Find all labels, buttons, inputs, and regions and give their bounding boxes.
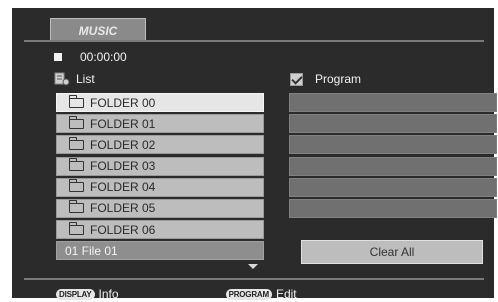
program-slot[interactable]: [289, 135, 497, 155]
tab-music[interactable]: MUSIC: [50, 18, 146, 42]
list-item-label: FOLDER 05: [90, 201, 156, 216]
time-display: 00:00:00: [80, 50, 127, 64]
list-item-folder[interactable]: FOLDER 06: [56, 220, 264, 240]
list-item-folder[interactable]: FOLDER 04: [56, 177, 264, 197]
stop-icon: [54, 53, 62, 61]
list-item-label: FOLDER 03: [90, 159, 156, 174]
display-key-badge: DISPLAY: [56, 288, 95, 300]
program-list: [289, 93, 497, 220]
program-title: Program: [315, 72, 362, 86]
program-hint: PROGRAM Edit: [225, 287, 297, 301]
list-item-folder[interactable]: FOLDER 03: [56, 156, 264, 176]
program-slot[interactable]: [289, 114, 497, 134]
folder-icon: [69, 115, 84, 129]
program-header: Program: [290, 70, 361, 88]
list-item-label: FOLDER 02: [90, 137, 156, 152]
program-slot[interactable]: [289, 198, 497, 218]
file-list: FOLDER 00 FOLDER 01 FOLDER 02 FOLDER 03 …: [56, 93, 264, 263]
dvd-menu-screen: MUSIC 00:00:00 List Program FOLDER 00 FO…: [12, 8, 497, 301]
folder-icon: [69, 221, 84, 235]
program-slot[interactable]: [289, 93, 497, 112]
list-item-folder[interactable]: FOLDER 01: [56, 114, 264, 134]
playback-status: 00:00:00: [54, 49, 127, 65]
list-item-label: FOLDER 06: [90, 222, 156, 237]
display-hint-label: Info: [98, 287, 119, 301]
program-slot[interactable]: [289, 156, 497, 176]
program-hint-label: Edit: [275, 287, 297, 301]
folder-icon: [69, 179, 84, 193]
clear-all-button[interactable]: Clear All: [301, 240, 483, 264]
list-item-folder[interactable]: FOLDER 00: [56, 93, 264, 112]
checkbox-checked-icon[interactable]: [290, 72, 303, 86]
program-key-badge: PROGRAM: [225, 288, 272, 300]
top-divider: [24, 40, 484, 42]
program-slot[interactable]: [289, 177, 497, 197]
folder-icon: [69, 136, 84, 150]
list-item-folder[interactable]: FOLDER 02: [56, 135, 264, 155]
scroll-down-arrow-icon[interactable]: [248, 264, 258, 269]
list-icon: [54, 72, 70, 86]
bottom-divider: [24, 278, 484, 280]
list-title: List: [76, 72, 95, 86]
list-item-file[interactable]: 01 File 01: [56, 241, 264, 261]
list-item-label: 01 File 01: [65, 243, 118, 258]
list-header: List: [54, 70, 95, 88]
list-item-label: FOLDER 00: [90, 95, 156, 110]
folder-icon: [69, 158, 84, 172]
list-item-folder[interactable]: FOLDER 05: [56, 198, 264, 218]
display-hint: DISPLAY Info: [56, 287, 119, 301]
list-item-label: FOLDER 04: [90, 180, 156, 195]
folder-icon: [69, 94, 84, 108]
list-item-label: FOLDER 01: [90, 116, 156, 131]
folder-icon: [69, 200, 84, 214]
